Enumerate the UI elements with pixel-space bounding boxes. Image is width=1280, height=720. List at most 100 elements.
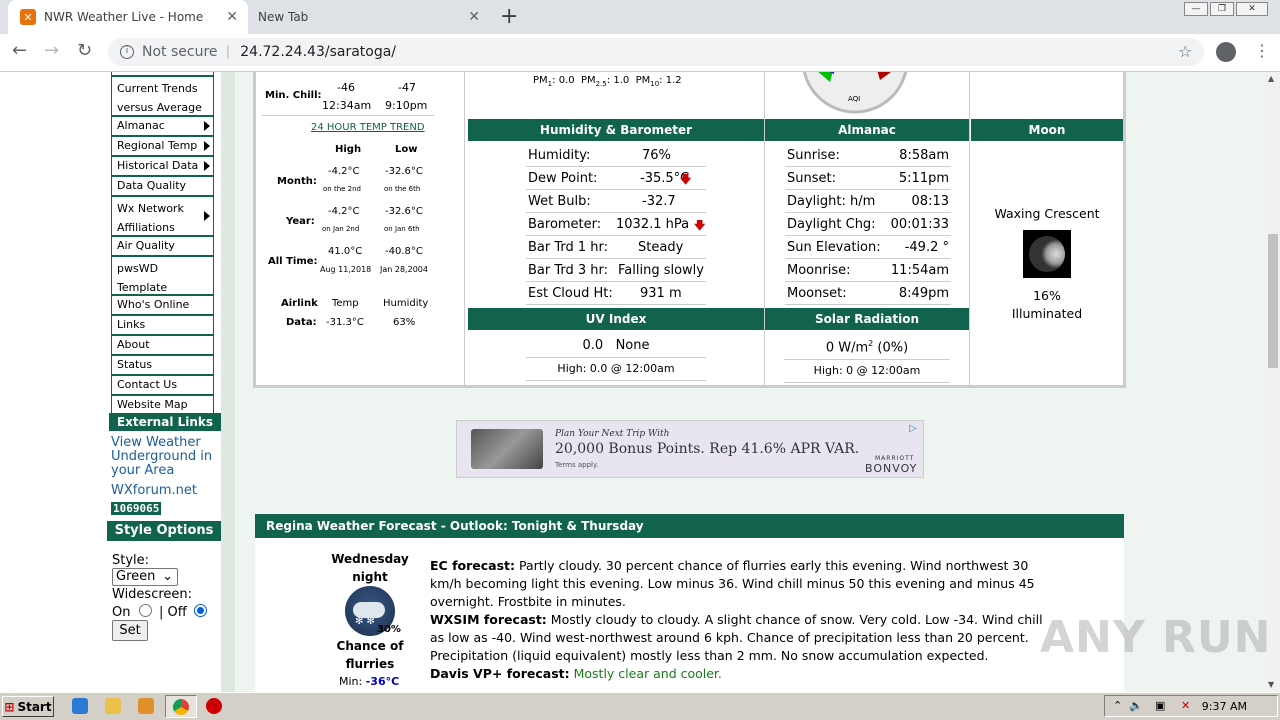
sidebar-item-label: Air Quality <box>117 239 175 252</box>
omnibox[interactable]: i Not secure | 24.72.24.43/saratoga/ <box>108 38 1204 66</box>
link-wxforum[interactable]: WXforum.net <box>111 483 197 498</box>
window-close-icon[interactable]: ✕ <box>1236 2 1268 16</box>
data-row: Barometer: 1032.1 hPa 🡇 <box>526 213 706 236</box>
solar-unit-exponent: 2 <box>868 339 874 348</box>
volume-icon[interactable]: 🔈 <box>1129 699 1143 712</box>
ad-banner[interactable]: Plan Your Next Trip With 20,000 Bonus Po… <box>456 420 924 478</box>
off-label: | Off <box>159 605 187 620</box>
sidebar-item-label: Status <box>117 358 153 371</box>
data-row: Bar Trd 1 hr: Steady <box>526 236 706 259</box>
internet-explorer-icon[interactable] <box>72 698 88 714</box>
forecast-min-label: Min: <box>339 675 363 688</box>
scrollbar[interactable] <box>1266 72 1280 692</box>
sidebar-item-about[interactable]: About <box>111 335 214 355</box>
sidebar-item-website-map[interactable]: Website Map <box>111 395 214 415</box>
sidebar-item-whos-online[interactable]: Who's Online <box>111 295 214 315</box>
scroll-up-arrow-icon[interactable]: ▲ <box>1268 74 1274 83</box>
scroll-down-arrow-icon[interactable]: ▼ <box>1268 680 1274 689</box>
uv-desc: None <box>615 338 650 353</box>
minimize-icon[interactable]: — <box>1184 2 1208 16</box>
tab-nwr-weather[interactable]: ✕ NWR Weather Live - Home ✕ <box>8 0 248 34</box>
forecast-header: Regina Weather Forecast - Outlook: Tonig… <box>255 514 1124 538</box>
style-select[interactable]: Green ⌄ <box>112 568 178 586</box>
clock[interactable]: 9:37 AM <box>1202 700 1247 713</box>
row-label: Est Cloud Ht: <box>528 286 613 301</box>
row-label: Wet Bulb: <box>528 194 591 209</box>
info-icon[interactable]: i <box>120 45 134 59</box>
airlink-temp: -31.3°C <box>326 317 364 328</box>
ad-brand-bonvoy: BONVOY <box>865 462 918 475</box>
sidebar-item-contact-us[interactable]: Contact Us <box>111 375 214 395</box>
sidebar-item-data-quality[interactable]: Data Quality <box>111 176 214 196</box>
new-tab-plus-icon[interactable]: + <box>500 4 518 29</box>
restore-icon[interactable]: ❐ <box>1210 2 1234 16</box>
sidebar-item-label: Almanac <box>117 119 165 132</box>
reload-icon[interactable]: ↻ <box>77 40 92 61</box>
widescreen-on-radio[interactable] <box>139 604 152 617</box>
row-value: 8:49pm <box>898 286 949 301</box>
min-chill-value: -47 <box>398 81 416 94</box>
forward-arrow-icon[interactable]: → <box>44 40 59 61</box>
sidebar-item-links[interactable]: Links <box>111 315 214 335</box>
scrollbar-thumb[interactable] <box>1268 234 1278 368</box>
tab-new-tab[interactable]: New Tab ✕ <box>250 0 490 34</box>
sidebar-item-current-trends[interactable]: Current Trends versus Average <box>111 76 214 116</box>
menu-kebab-icon[interactable]: ⋮ <box>1254 41 1270 60</box>
forecast-min-value: -36°C <box>365 675 400 688</box>
ad-line1: Plan Your Next Trip With <box>555 429 670 439</box>
moon-image <box>1023 230 1071 278</box>
close-icon[interactable]: ✕ <box>226 9 238 25</box>
link-weather-underground[interactable]: View Weather Underground in your Area <box>111 436 219 478</box>
airlink-humidity-header: Humidity <box>383 298 429 309</box>
network-icon[interactable]: ▣ <box>1155 699 1165 712</box>
sidebar-item-regional-temp[interactable]: Regional Temp <box>111 136 214 156</box>
sidebar-item-air-quality[interactable]: Air Quality <box>111 236 214 256</box>
back-arrow-icon[interactable]: ← <box>12 40 27 61</box>
sidebar-item-historical-data[interactable]: Historical Data <box>111 156 214 176</box>
security-alert-icon[interactable]: ✕ <box>1181 699 1190 712</box>
forecast-period: Wednesday night <box>331 552 409 584</box>
set-button[interactable]: Set <box>112 620 148 641</box>
low-header: Low <box>395 144 418 155</box>
media-player-icon[interactable] <box>138 698 154 714</box>
divider: | <box>225 44 231 60</box>
bookmark-star-icon[interactable]: ☆ <box>1178 42 1192 61</box>
davis-forecast-text: Mostly clear and cooler. <box>573 666 722 681</box>
divider <box>526 380 706 381</box>
file-explorer-icon[interactable] <box>105 698 121 714</box>
solar-value: 0 W/m2 (0%) <box>784 339 950 355</box>
ad-terms: Terms apply. <box>555 461 599 469</box>
close-icon[interactable]: ✕ <box>468 9 480 25</box>
sidebar-item-pwswd-template[interactable]: pwsWD Template <box>111 256 214 295</box>
pm10-value: 1.2 <box>665 75 682 86</box>
sidebar-item-label: About <box>117 338 150 351</box>
hit-counter: 1069065 <box>111 502 162 515</box>
forecast-min: Min: -36°C <box>339 675 399 688</box>
pm-readout: PM1: 0.0 PM2.5: 1.0 PM10: 1.2 <box>533 75 682 88</box>
chrome-taskbar-button[interactable] <box>165 695 197 718</box>
antivirus-icon[interactable] <box>206 698 222 714</box>
xampp-icon: ✕ <box>20 9 36 25</box>
row-label: Bar Trd 1 hr: <box>528 240 609 255</box>
temp-trend-link[interactable]: 24 HOUR TEMP TREND <box>311 122 425 133</box>
tray-expand-icon[interactable]: ⌃ <box>1113 699 1122 712</box>
wxsim-forecast-label: WXSIM forecast: <box>430 612 547 627</box>
ec-forecast-label: EC forecast: <box>430 558 515 573</box>
url-text[interactable]: 24.72.24.43/saratoga/ <box>240 44 396 60</box>
year-low: -32.6°C <box>385 206 423 217</box>
widescreen-off-radio[interactable] <box>194 604 207 617</box>
adchoices-icon[interactable]: ▷ <box>909 423 921 435</box>
sidebar-item-wx-network[interactable]: Wx Network Affiliations <box>111 196 214 236</box>
divider <box>526 357 706 358</box>
style-label: Style: <box>112 553 150 568</box>
security-label: Not secure <box>142 44 218 60</box>
webpage: Current Trends versus Average Almanac Re… <box>0 72 1266 692</box>
row-label: Dew Point: <box>528 171 598 186</box>
system-tray: ⌃ 🔈 ▣ ✕ 9:37 AM <box>1104 695 1278 717</box>
sidebar-item-status[interactable]: Status <box>111 355 214 375</box>
sidebar-item-almanac[interactable]: Almanac <box>111 116 214 136</box>
style-options-header: Style Options <box>107 521 221 541</box>
profile-avatar-icon[interactable] <box>1216 42 1236 62</box>
alltime-low: -40.8°C <box>385 246 423 257</box>
start-button[interactable]: ⊞ Start <box>2 696 54 717</box>
